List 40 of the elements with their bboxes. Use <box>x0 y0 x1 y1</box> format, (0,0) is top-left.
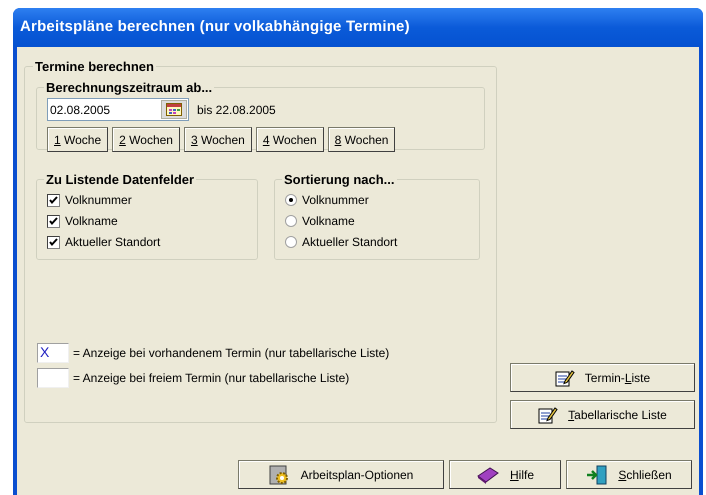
radio-row[interactable]: Volknummer <box>285 192 469 208</box>
notepad-pencil-icon <box>538 406 558 424</box>
legend-text: = Anzeige bei freiem Termin (nur tabellarische Liste) <box>73 370 350 386</box>
help-button[interactable]: Hilfe <box>449 460 561 489</box>
action-button[interactable]: Arbeitsplan-Optionen <box>238 460 444 489</box>
date-field[interactable]: 02.08.2005 <box>47 98 189 121</box>
action-button[interactable]: Termin-Liste <box>510 363 695 392</box>
week-button[interactable]: 8 Wochen <box>328 127 396 152</box>
sample-box: X <box>37 342 69 362</box>
week-button[interactable]: 1 Woche <box>47 127 108 152</box>
radio-button[interactable] <box>285 215 297 227</box>
notepad-pencil-icon <box>554 368 575 386</box>
radio-button[interactable] <box>285 236 297 248</box>
radio-button[interactable] <box>285 194 297 206</box>
group-title: Sortierung nach... <box>283 170 396 189</box>
checkbox-row[interactable]: Volknummer <box>47 192 247 208</box>
calendar-button[interactable] <box>161 100 187 119</box>
gear-icon <box>268 464 291 484</box>
book-icon <box>476 466 500 484</box>
calendar-icon <box>166 103 182 116</box>
checkbox-row[interactable]: Aktueller Standort <box>47 234 247 250</box>
sample-box <box>37 368 69 388</box>
close-button[interactable]: Schließen <box>566 460 692 489</box>
window-title: Arbeitspläne berechnen (nur volkabhängige Termine) <box>20 17 410 38</box>
checkbox-row[interactable]: Volkname <box>47 213 247 229</box>
checkbox[interactable] <box>47 214 60 228</box>
end-date-label: bis 22.08.2005 <box>197 102 276 118</box>
exit-door-icon <box>586 464 608 484</box>
week-button[interactable]: 2 Wochen <box>112 127 180 152</box>
group-title: Zu Listende Datenfelder <box>45 170 196 188</box>
group-title: Berechnungszeitraum ab... <box>45 78 214 97</box>
group-title: Termine berechnen <box>34 58 155 76</box>
legend-text: = Anzeige bei vorhandenem Termin (nur tabellarische Liste) <box>73 344 390 362</box>
checkbox[interactable] <box>47 194 60 206</box>
week-button[interactable]: 3 Wochen <box>184 127 252 152</box>
radio-row[interactable]: Volkname <box>285 213 469 229</box>
week-button[interactable]: 4 Wochen <box>256 127 324 152</box>
action-button[interactable]: Tabellarische Liste <box>510 400 695 429</box>
radio-row[interactable]: Aktueller Standort <box>285 234 469 250</box>
checkbox[interactable] <box>47 236 60 248</box>
